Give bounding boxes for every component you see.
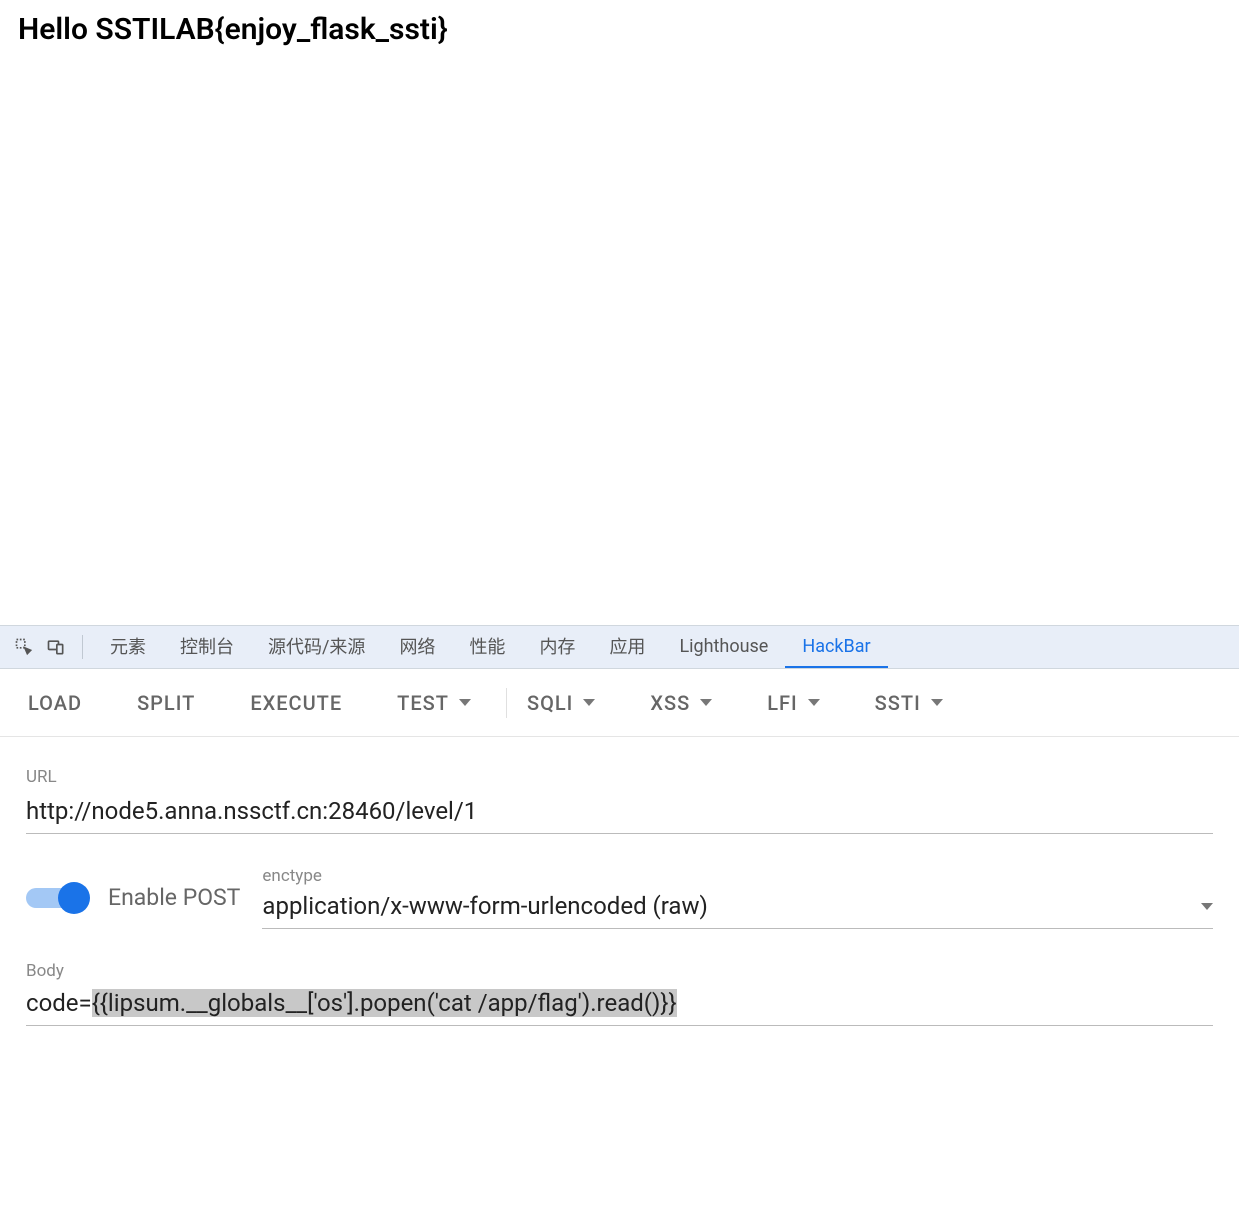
tab-performance[interactable]: 性能 bbox=[452, 626, 522, 668]
enctype-field-group: enctype application/x-www-form-urlencode… bbox=[262, 866, 1213, 929]
execute-button[interactable]: EXECUTE bbox=[250, 691, 342, 715]
xss-label: XSS bbox=[650, 691, 690, 715]
enctype-select[interactable]: application/x-www-form-urlencoded (raw) bbox=[262, 888, 1213, 929]
enctype-value: application/x-www-form-urlencoded (raw) bbox=[262, 892, 707, 920]
body-field-group: Body code={{lipsum.__globals__['os'].pop… bbox=[26, 961, 1213, 1026]
chevron-down-icon bbox=[583, 699, 595, 706]
switch-knob bbox=[58, 882, 90, 914]
page-content: Hello SSTILAB{enjoy_flask_ssti} bbox=[0, 0, 1239, 625]
test-label: TEST bbox=[397, 691, 449, 715]
enctype-label: enctype bbox=[262, 866, 1213, 886]
hackbar-toolbar: LOAD SPLIT EXECUTE TEST SQLI XSS LFI SST… bbox=[0, 669, 1239, 737]
inspect-icon[interactable] bbox=[8, 626, 40, 668]
chevron-down-icon bbox=[700, 699, 712, 706]
url-field-group: URL bbox=[26, 767, 1213, 834]
xss-button[interactable]: XSS bbox=[650, 691, 712, 715]
url-label: URL bbox=[26, 767, 1213, 787]
chevron-down-icon bbox=[459, 699, 471, 706]
tabs-divider bbox=[82, 635, 83, 659]
load-button[interactable]: LOAD bbox=[28, 691, 82, 715]
body-label: Body bbox=[26, 961, 1213, 981]
tab-lighthouse[interactable]: Lighthouse bbox=[662, 626, 785, 668]
enable-post-label: Enable POST bbox=[108, 884, 240, 911]
tab-memory[interactable]: 内存 bbox=[522, 626, 592, 668]
tab-console[interactable]: 控制台 bbox=[163, 626, 251, 668]
body-highlighted: {{lipsum.__globals__['os'].popen('cat /a… bbox=[92, 989, 677, 1017]
chevron-down-icon bbox=[931, 699, 943, 706]
lfi-label: LFI bbox=[767, 691, 797, 715]
sqli-button[interactable]: SQLI bbox=[527, 691, 595, 715]
url-input[interactable] bbox=[26, 791, 1213, 834]
ssti-label: SSTI bbox=[875, 691, 921, 715]
ssti-button[interactable]: SSTI bbox=[875, 691, 943, 715]
tab-hackbar[interactable]: HackBar bbox=[785, 626, 887, 668]
execute-label: EXECUTE bbox=[250, 691, 342, 715]
devtools-tabs: 元素 控制台 源代码/来源 网络 性能 内存 应用 Lighthouse Hac… bbox=[0, 625, 1239, 669]
page-heading: Hello SSTILAB{enjoy_flask_ssti} bbox=[18, 12, 1221, 47]
tab-network[interactable]: 网络 bbox=[382, 626, 452, 668]
split-label: SPLIT bbox=[137, 691, 195, 715]
tab-application[interactable]: 应用 bbox=[592, 626, 662, 668]
tab-elements[interactable]: 元素 bbox=[93, 626, 163, 668]
toolbar-divider bbox=[506, 688, 507, 718]
chevron-down-icon bbox=[1201, 903, 1213, 910]
chevron-down-icon bbox=[808, 699, 820, 706]
tab-sources[interactable]: 源代码/来源 bbox=[251, 626, 382, 668]
load-label: LOAD bbox=[28, 691, 82, 715]
test-button[interactable]: TEST bbox=[397, 691, 471, 715]
body-input[interactable]: code={{lipsum.__globals__['os'].popen('c… bbox=[26, 985, 1213, 1026]
enable-post-toggle[interactable] bbox=[26, 888, 86, 908]
body-prefix: code= bbox=[26, 989, 92, 1017]
post-row: Enable POST enctype application/x-www-fo… bbox=[26, 866, 1213, 929]
device-toggle-icon[interactable] bbox=[40, 626, 72, 668]
lfi-button[interactable]: LFI bbox=[767, 691, 819, 715]
sqli-label: SQLI bbox=[527, 691, 573, 715]
split-button[interactable]: SPLIT bbox=[137, 691, 195, 715]
hackbar-panel: URL Enable POST enctype application/x-ww… bbox=[0, 737, 1239, 1026]
